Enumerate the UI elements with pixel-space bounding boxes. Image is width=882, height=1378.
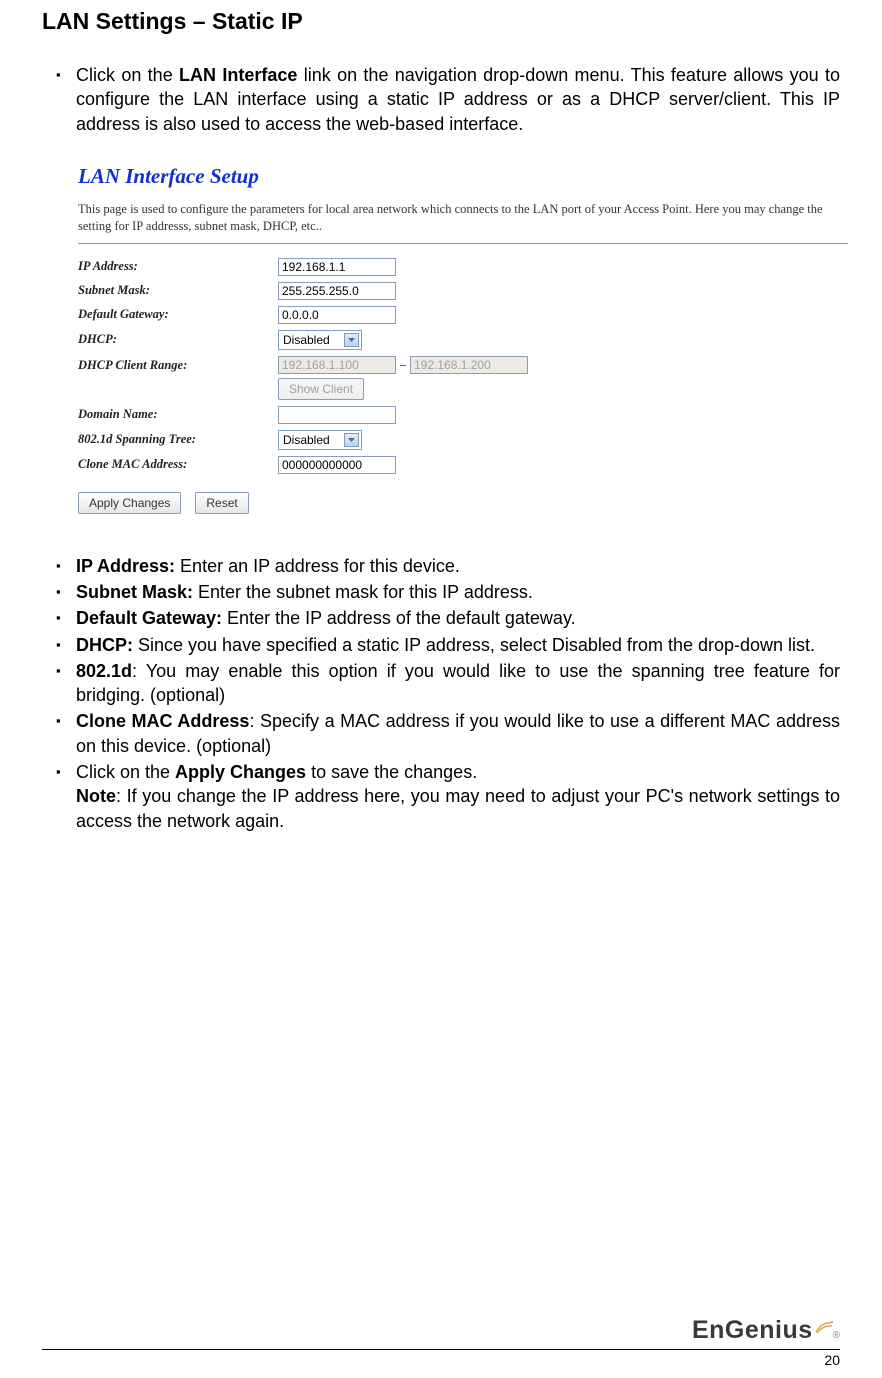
apply-b: Apply Changes: [175, 762, 306, 782]
list-item: Click on the Apply Changes to save the c…: [42, 760, 840, 833]
sub-b: Subnet Mask:: [76, 582, 193, 602]
shot-desc: This page is used to configure the param…: [78, 201, 848, 235]
label-gateway: Default Gateway:: [78, 307, 278, 322]
dhcp-value: Disabled: [283, 333, 330, 347]
chevron-down-icon: [344, 433, 359, 447]
page-footer: EnGenius ® 20: [42, 1316, 840, 1368]
ip-b: IP Address:: [76, 556, 175, 576]
ip-t: Enter an IP address for this device.: [175, 556, 460, 576]
shot-title: LAN Interface Setup: [78, 164, 848, 189]
clone-mac-input[interactable]: [278, 456, 396, 474]
domain-name-input[interactable]: [278, 406, 396, 424]
apply-changes-button[interactable]: Apply Changes: [78, 492, 181, 514]
list-item: Default Gateway: Enter the IP address of…: [42, 606, 840, 630]
label-subnet: Subnet Mask:: [78, 283, 278, 298]
intro-bold: LAN Interface: [179, 65, 297, 85]
field-desc-list: IP Address: Enter an IP address for this…: [42, 554, 840, 833]
registered-icon: ®: [833, 1330, 840, 1341]
label-dhcp: DHCP:: [78, 332, 278, 347]
spanning-tree-select[interactable]: Disabled: [278, 430, 362, 450]
list-item: Clone MAC Address: Specify a MAC address…: [42, 709, 840, 758]
page-number: 20: [42, 1350, 840, 1368]
label-ip: IP Address:: [78, 259, 278, 274]
label-domain: Domain Name:: [78, 407, 278, 422]
dhcp-b: DHCP:: [76, 635, 133, 655]
list-item: Subnet Mask: Enter the subnet mask for t…: [42, 580, 840, 604]
default-gateway-input[interactable]: [278, 306, 396, 324]
stp-t: : You may enable this option if you woul…: [76, 661, 840, 705]
subnet-mask-input[interactable]: [278, 282, 396, 300]
brand-swoosh-icon: [815, 1320, 833, 1339]
range-dash: –: [400, 357, 406, 372]
stp-b: 802.1d: [76, 661, 132, 681]
ip-address-input[interactable]: [278, 258, 396, 276]
list-item: DHCP: Since you have specified a static …: [42, 633, 840, 657]
gw-b: Default Gateway:: [76, 608, 222, 628]
label-range: DHCP Client Range:: [78, 356, 278, 373]
clone-b: Clone MAC Address: [76, 711, 249, 731]
list-item: 802.1d: You may enable this option if yo…: [42, 659, 840, 708]
sub-t: Enter the subnet mask for this IP addres…: [193, 582, 533, 602]
gw-t: Enter the IP address of the default gate…: [222, 608, 576, 628]
dhcp-t: Since you have specified a static IP add…: [133, 635, 815, 655]
list-item: IP Address: Enter an IP address for this…: [42, 554, 840, 578]
apply-pre: Click on the: [76, 762, 175, 782]
reset-button[interactable]: Reset: [195, 492, 248, 514]
label-stp: 802.1d Spanning Tree:: [78, 432, 278, 447]
chevron-down-icon: [344, 333, 359, 347]
show-client-button: Show Client: [278, 378, 364, 400]
intro-list: Click on the LAN Interface link on the n…: [42, 63, 840, 136]
page-title: LAN Settings – Static IP: [42, 0, 840, 35]
dhcp-range-start-input: [278, 356, 396, 374]
label-clone: Clone MAC Address:: [78, 457, 278, 472]
dhcp-range-end-input: [410, 356, 528, 374]
dhcp-select[interactable]: Disabled: [278, 330, 362, 350]
intro-pre: Click on the: [76, 65, 179, 85]
apply-post: to save the changes.: [306, 762, 477, 782]
note-t: : If you change the IP address here, you…: [76, 786, 840, 830]
brand-logo: EnGenius ®: [692, 1316, 840, 1345]
lan-interface-screenshot: LAN Interface Setup This page is used to…: [78, 160, 848, 514]
stp-value: Disabled: [283, 433, 330, 447]
brand-text: EnGenius: [692, 1316, 813, 1345]
divider: [78, 243, 848, 244]
intro-item: Click on the LAN Interface link on the n…: [42, 63, 840, 136]
note-b: Note: [76, 786, 116, 806]
